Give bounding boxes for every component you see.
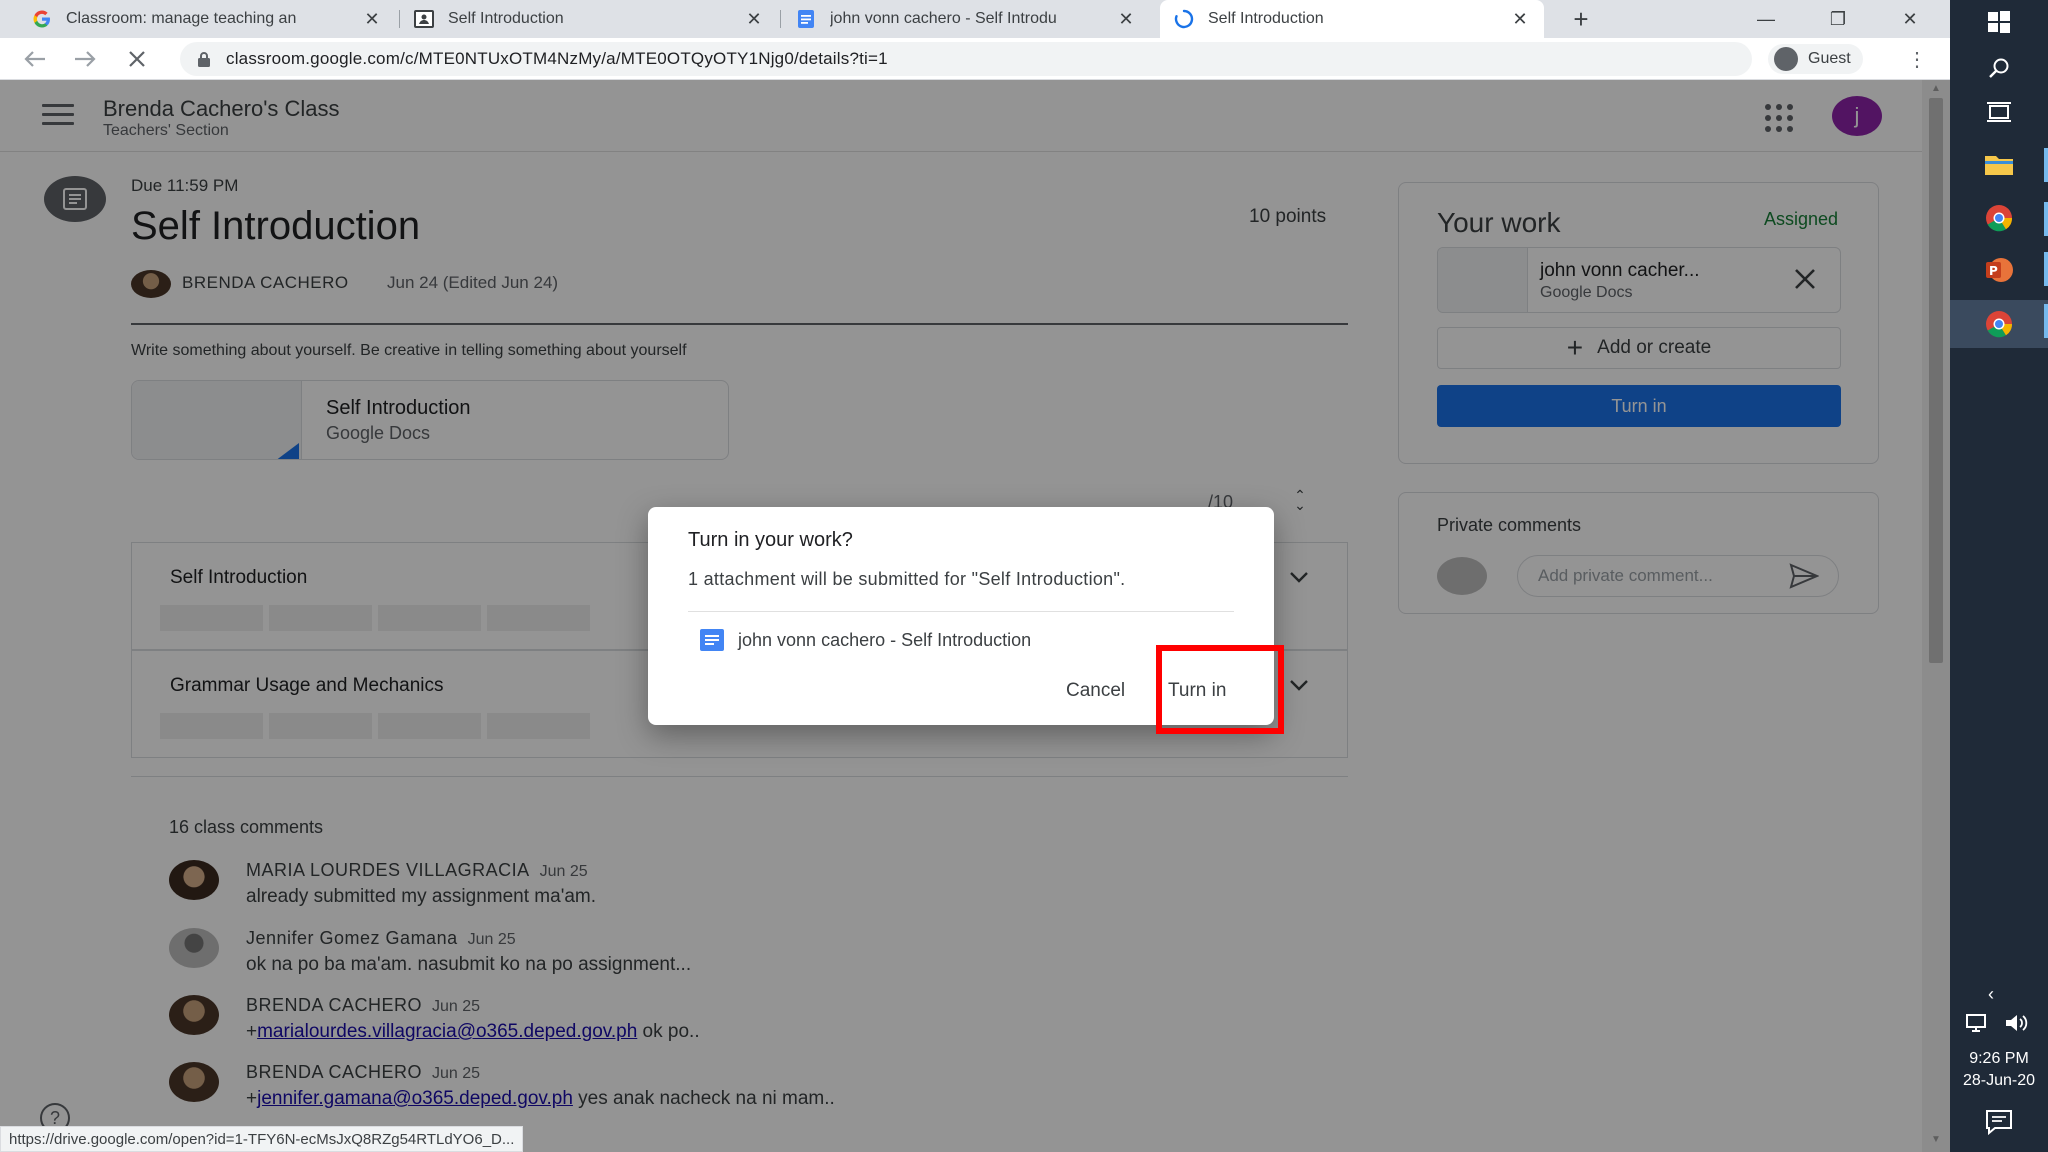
taskbar-running-marker	[2044, 202, 2048, 236]
person-icon	[1774, 47, 1798, 71]
close-tab-icon[interactable]: ✕	[1116, 9, 1136, 29]
tab-title: Classroom: manage teaching an	[66, 10, 297, 27]
dialog-message: 1 attachment will be submitted for "Self…	[688, 569, 1126, 589]
profile-label: Guest	[1808, 50, 1851, 67]
google-g-icon	[32, 9, 52, 29]
taskbar-running-marker	[2044, 148, 2048, 182]
stop-loading-button[interactable]	[122, 44, 152, 74]
close-window-icon[interactable]: ✕	[1874, 0, 1946, 38]
minimize-icon[interactable]: —	[1730, 0, 1802, 38]
restore-icon[interactable]: ❐	[1802, 0, 1874, 38]
docs-icon	[700, 629, 724, 651]
docs-icon	[796, 9, 816, 29]
dialog-file-name: john vonn cachero - Self Introduction	[738, 629, 1032, 650]
dialog-title: Turn in your work?	[688, 529, 853, 551]
tab-strip: Classroom: manage teaching an ✕ Self Int…	[0, 0, 1950, 38]
status-link-preview: https://drive.google.com/open?id=1-TFY6N…	[0, 1126, 524, 1152]
volume-icon[interactable]	[2004, 1013, 2030, 1038]
close-tab-icon[interactable]: ✕	[1510, 9, 1530, 29]
tab-separator	[780, 10, 781, 28]
taskbar-running-marker	[2044, 252, 2048, 286]
tab-title: Self Introduction	[1208, 10, 1324, 27]
forward-button[interactable]	[70, 44, 100, 74]
chrome-profile-icon[interactable]	[1980, 200, 2018, 236]
close-icon	[129, 51, 145, 67]
chrome-icon[interactable]	[1980, 306, 2018, 342]
tab-title: Self Introduction	[448, 10, 564, 27]
browser-tab-docs[interactable]: john vonn cachero - Self Introdu ✕	[782, 0, 1150, 38]
browser-tab-active[interactable]: Self Introduction ✕	[1160, 0, 1544, 38]
close-tab-icon[interactable]: ✕	[744, 9, 764, 29]
dialog-divider	[688, 611, 1234, 612]
tab-title: john vonn cachero - Self Introdu	[830, 10, 1057, 27]
browser-tab-classroom-home[interactable]: Classroom: manage teaching an ✕	[18, 0, 396, 38]
network-icon[interactable]	[1964, 1013, 1988, 1038]
new-tab-button[interactable]: +	[1566, 4, 1596, 34]
powerpoint-icon[interactable]: P	[1980, 252, 2018, 288]
url-text: classroom.google.com/c/MTE0NTUxOTM4NzMy/…	[226, 49, 888, 68]
show-hidden-icons-icon[interactable]: ‹	[1988, 984, 1994, 1005]
lock-icon	[198, 52, 210, 67]
taskbar-running-marker	[2044, 304, 2048, 338]
file-explorer-icon[interactable]	[1980, 146, 2018, 182]
task-view-icon[interactable]	[1980, 94, 2018, 130]
profile-button[interactable]: Guest	[1768, 44, 1863, 74]
more-vert-icon[interactable]: ⋮	[1902, 44, 1932, 74]
back-button[interactable]	[20, 44, 50, 74]
clock-date[interactable]: 28-Jun-20	[1950, 1072, 2048, 1090]
cancel-button[interactable]: Cancel	[1050, 673, 1141, 709]
clock-time[interactable]: 9:26 PM	[1950, 1050, 2048, 1068]
browser-toolbar: classroom.google.com/c/MTE0NTUxOTM4NzMy/…	[0, 38, 1950, 80]
forward-arrow-icon	[75, 51, 96, 67]
highlight-box	[1156, 645, 1284, 734]
address-bar[interactable]: classroom.google.com/c/MTE0NTUxOTM4NzMy/…	[180, 42, 1752, 76]
svg-text:P: P	[1989, 264, 1998, 278]
search-icon[interactable]	[1980, 50, 2018, 86]
windows-start-icon[interactable]	[1980, 4, 2018, 40]
loading-icon	[1174, 9, 1194, 29]
browser-tab-self-introduction[interactable]: Self Introduction ✕	[400, 0, 778, 38]
windows-taskbar: P ‹ 9:26 PM 28-Jun-20	[1950, 0, 2048, 1152]
back-arrow-icon	[24, 51, 45, 67]
notifications-icon[interactable]	[1980, 1104, 2018, 1140]
classroom-icon	[414, 9, 434, 29]
dialog-attachment[interactable]: john vonn cachero - Self Introduction	[700, 629, 1031, 651]
close-tab-icon[interactable]: ✕	[362, 9, 382, 29]
